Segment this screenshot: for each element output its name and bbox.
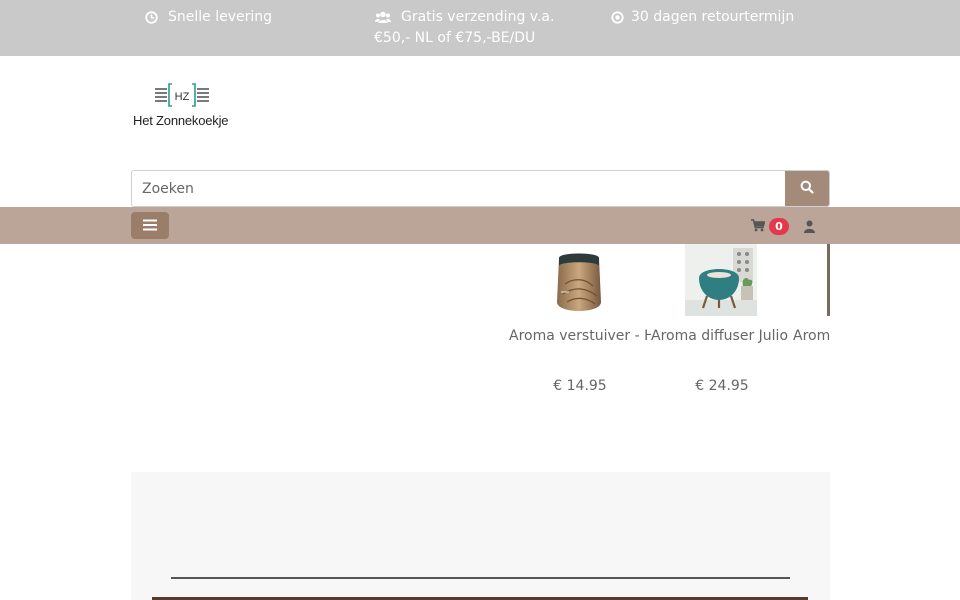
hamburger-icon xyxy=(143,216,157,235)
product-image[interactable] xyxy=(543,244,615,316)
usp-fast-delivery: Snelle levering xyxy=(143,7,272,28)
user-account-button[interactable] xyxy=(804,218,815,237)
dot-circle-icon xyxy=(609,7,625,28)
cart-count-badge: 0 xyxy=(769,218,789,235)
usp-bar: Snelle levering Gratis verzending v.a. €… xyxy=(0,0,960,56)
search-button[interactable] xyxy=(785,171,829,206)
clock-icon xyxy=(143,7,159,28)
product-name[interactable]: Aroma xyxy=(793,328,830,344)
search-bar xyxy=(131,170,830,207)
usp-text: Gratis verzending v.a. xyxy=(401,9,555,25)
logo-letters: HZ xyxy=(175,91,190,103)
cart-icon xyxy=(751,217,766,236)
product-image[interactable] xyxy=(827,244,830,316)
product-name[interactable]: Aroma verstuiver - Hout xyxy=(509,328,651,344)
menu-button[interactable] xyxy=(131,212,169,239)
usp-returns: 30 dagen retourtermijn xyxy=(609,7,794,28)
usp-free-shipping: Gratis verzending v.a. €50,- NL of €75,-… xyxy=(374,7,575,49)
users-icon xyxy=(375,7,391,28)
product-name[interactable]: Aroma diffuser Julio xyxy=(651,328,793,344)
product-image[interactable] xyxy=(685,244,757,316)
usp-text: Snelle levering xyxy=(168,9,273,25)
user-icon xyxy=(804,218,815,237)
search-icon xyxy=(800,179,814,198)
usp-text: €50,- NL of €75,-BE/DU xyxy=(374,30,536,46)
brand-name: Het Zonnekoekje xyxy=(133,113,229,128)
cart-button[interactable]: 0 xyxy=(751,217,789,236)
divider xyxy=(171,577,790,579)
content-panel xyxy=(131,472,830,600)
product-price: € 14.95 xyxy=(553,378,607,394)
search-input[interactable] xyxy=(132,171,787,206)
navbar: 0 xyxy=(0,207,960,244)
product-price: € 24.95 xyxy=(695,378,749,394)
product-carousel: Aroma verstuiver - Hout € 14.95 Aroma di… xyxy=(509,244,830,404)
usp-text: 30 dagen retourtermijn xyxy=(631,9,795,25)
